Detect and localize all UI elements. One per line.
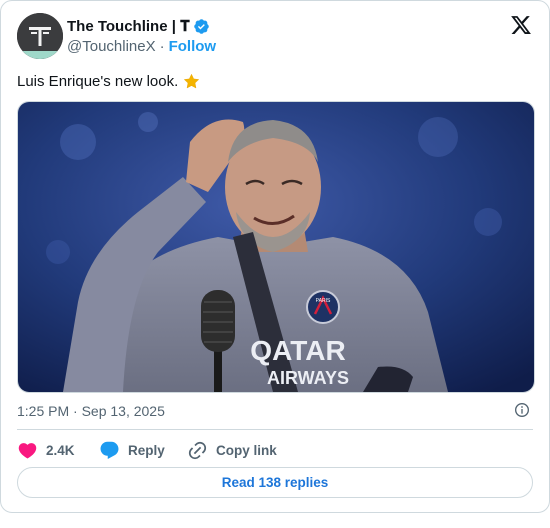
link-icon	[188, 441, 207, 459]
photo-image: PARIS QATAR AIRWAYS	[18, 102, 534, 392]
reply-bubble-icon	[100, 441, 119, 459]
read-replies-button[interactable]: Read 138 replies	[17, 467, 533, 498]
tweet-text: Luis Enrique's new look.	[17, 73, 179, 90]
star-icon	[184, 73, 200, 89]
divider	[17, 429, 533, 430]
follow-button[interactable]: Follow	[169, 38, 217, 55]
reply-button[interactable]: Reply	[99, 440, 187, 461]
tweet-card: The Touchline | 𝐓 @TouchlineX · Follow L…	[0, 0, 550, 513]
touchline-logo-icon	[17, 13, 63, 59]
info-icon[interactable]	[514, 402, 530, 418]
verified-badge-icon	[193, 19, 209, 34]
crest-text: PARIS	[316, 298, 331, 304]
tweet-photo[interactable]: PARIS QATAR AIRWAYS	[17, 101, 535, 393]
avatar[interactable]	[17, 13, 63, 59]
copy-link-label: Copy link	[216, 442, 277, 458]
copy-link-button[interactable]: Copy link	[187, 440, 277, 461]
tweet-timestamp[interactable]: 1:25 PM · Sep 13, 2025	[17, 402, 165, 420]
heart-icon	[18, 442, 37, 459]
reply-label: Reply	[128, 442, 165, 458]
separator-dot: ·	[159, 38, 165, 55]
author-block: The Touchline | 𝐓 @TouchlineX · Follow	[67, 17, 216, 56]
read-replies-label: Read 138 replies	[221, 475, 329, 490]
x-logo-icon[interactable]	[510, 14, 532, 36]
like-count: 2.4K	[46, 442, 75, 458]
sponsor-line-2: AIRWAYS	[267, 368, 349, 388]
tweet-text-row: Luis Enrique's new look.	[17, 72, 200, 91]
sponsor-line-1: QATAR	[250, 335, 345, 366]
author-handle[interactable]: @TouchlineX	[67, 38, 156, 55]
action-bar: 2.4K Reply Copy link	[17, 439, 277, 461]
like-button[interactable]: 2.4K	[17, 440, 99, 461]
author-name[interactable]: The Touchline | 𝐓	[67, 17, 190, 36]
